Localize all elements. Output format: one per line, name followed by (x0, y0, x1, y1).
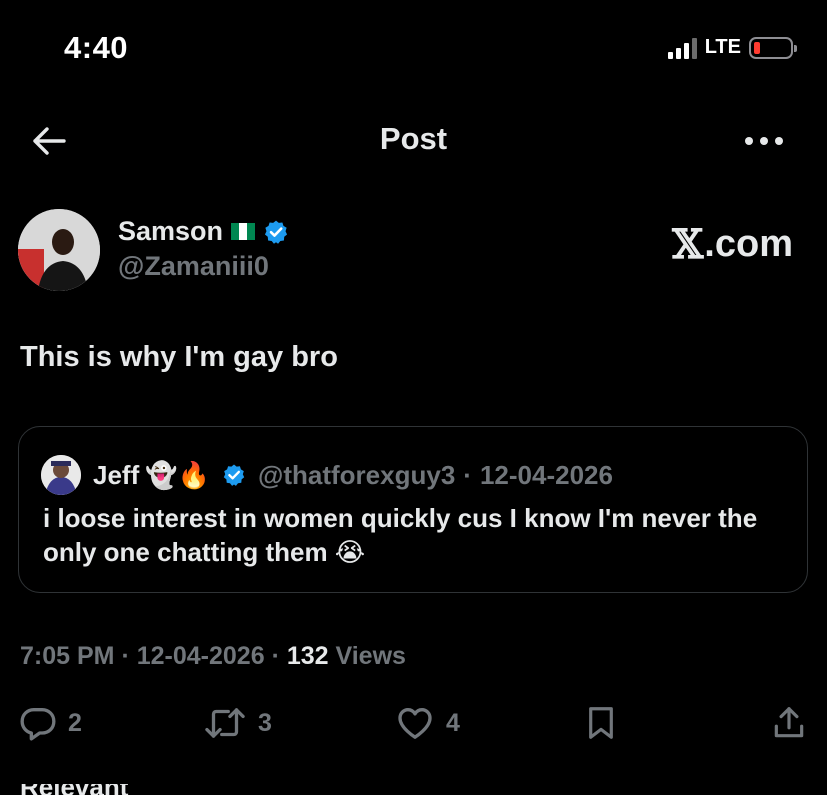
reply-count: 2 (68, 708, 82, 737)
quoted-author-avatar (41, 455, 81, 495)
quoted-author-name: Jeff (93, 459, 140, 490)
post-screen: 4:40 LTE Post Samson @Zamaniii0 𝕏 .com T… (0, 0, 827, 795)
nigeria-flag-icon (231, 223, 256, 240)
post-time: 7:05 PM (20, 642, 115, 670)
share-icon (774, 707, 804, 738)
verified-badge-icon (264, 220, 288, 244)
status-time: 4:40 (64, 30, 129, 65)
like-button[interactable]: 4 (394, 703, 460, 743)
quoted-separator: · (463, 459, 472, 490)
quoted-post-header: Jeff 👻🔥 @thatforexguy3 · 12-04-2026 (41, 455, 613, 495)
cellular-signal-icon (667, 37, 697, 59)
bookmark-icon (589, 707, 613, 739)
post-date: 12-04-2026 (136, 642, 265, 670)
author-avatar[interactable] (18, 209, 100, 291)
relevant-replies-heading: Relevant (20, 784, 140, 795)
repost-count: 3 (258, 708, 272, 737)
more-horizontal-icon (745, 137, 783, 145)
author-name[interactable]: Samson (118, 216, 223, 247)
relevant-replies-label: Relevant (20, 784, 140, 795)
post-meta: 7:05 PM · 12-04-2026 · 132 Views (20, 642, 406, 671)
meta-separator: · (121, 642, 130, 670)
meta-separator: · (271, 642, 280, 670)
author-avatar-image (18, 209, 100, 291)
reply-icon (20, 708, 56, 741)
watermark-domain: .com (704, 223, 793, 265)
battery-icon (749, 36, 797, 59)
more-options-button[interactable] (739, 121, 789, 161)
author-name-row: Samson (118, 216, 289, 247)
quoted-date: 12-04-2026 (479, 459, 613, 490)
x-com-watermark: 𝕏 .com (672, 221, 793, 268)
repost-icon (205, 708, 245, 738)
network-type: LTE (704, 36, 741, 58)
heart-icon (398, 708, 432, 739)
quoted-author-handle: @thatforexguy3 (258, 459, 456, 490)
reply-button[interactable]: 2 (18, 703, 82, 743)
repost-button[interactable]: 3 (202, 703, 272, 743)
quoted-post-text: i loose interest in women quickly cus I … (43, 503, 758, 567)
share-button[interactable] (770, 703, 808, 743)
quoted-post-card[interactable]: Jeff 👻🔥 @thatforexguy3 · 12-04-2026 i lo… (18, 426, 808, 593)
views-count[interactable]: 132 (287, 642, 329, 670)
bookmark-button[interactable] (582, 703, 620, 743)
like-count: 4 (446, 708, 460, 737)
author-handle[interactable]: @Zamaniii0 (118, 251, 269, 282)
page-title: Post (379, 121, 448, 156)
verified-badge-icon (223, 464, 245, 486)
views-label[interactable]: Views (336, 642, 406, 670)
post-text: This is why I'm gay bro (20, 341, 338, 373)
status-indicators: LTE (667, 36, 797, 59)
x-logo: 𝕏 (672, 221, 704, 268)
quoted-author-emojis: 👻🔥 (145, 459, 210, 490)
